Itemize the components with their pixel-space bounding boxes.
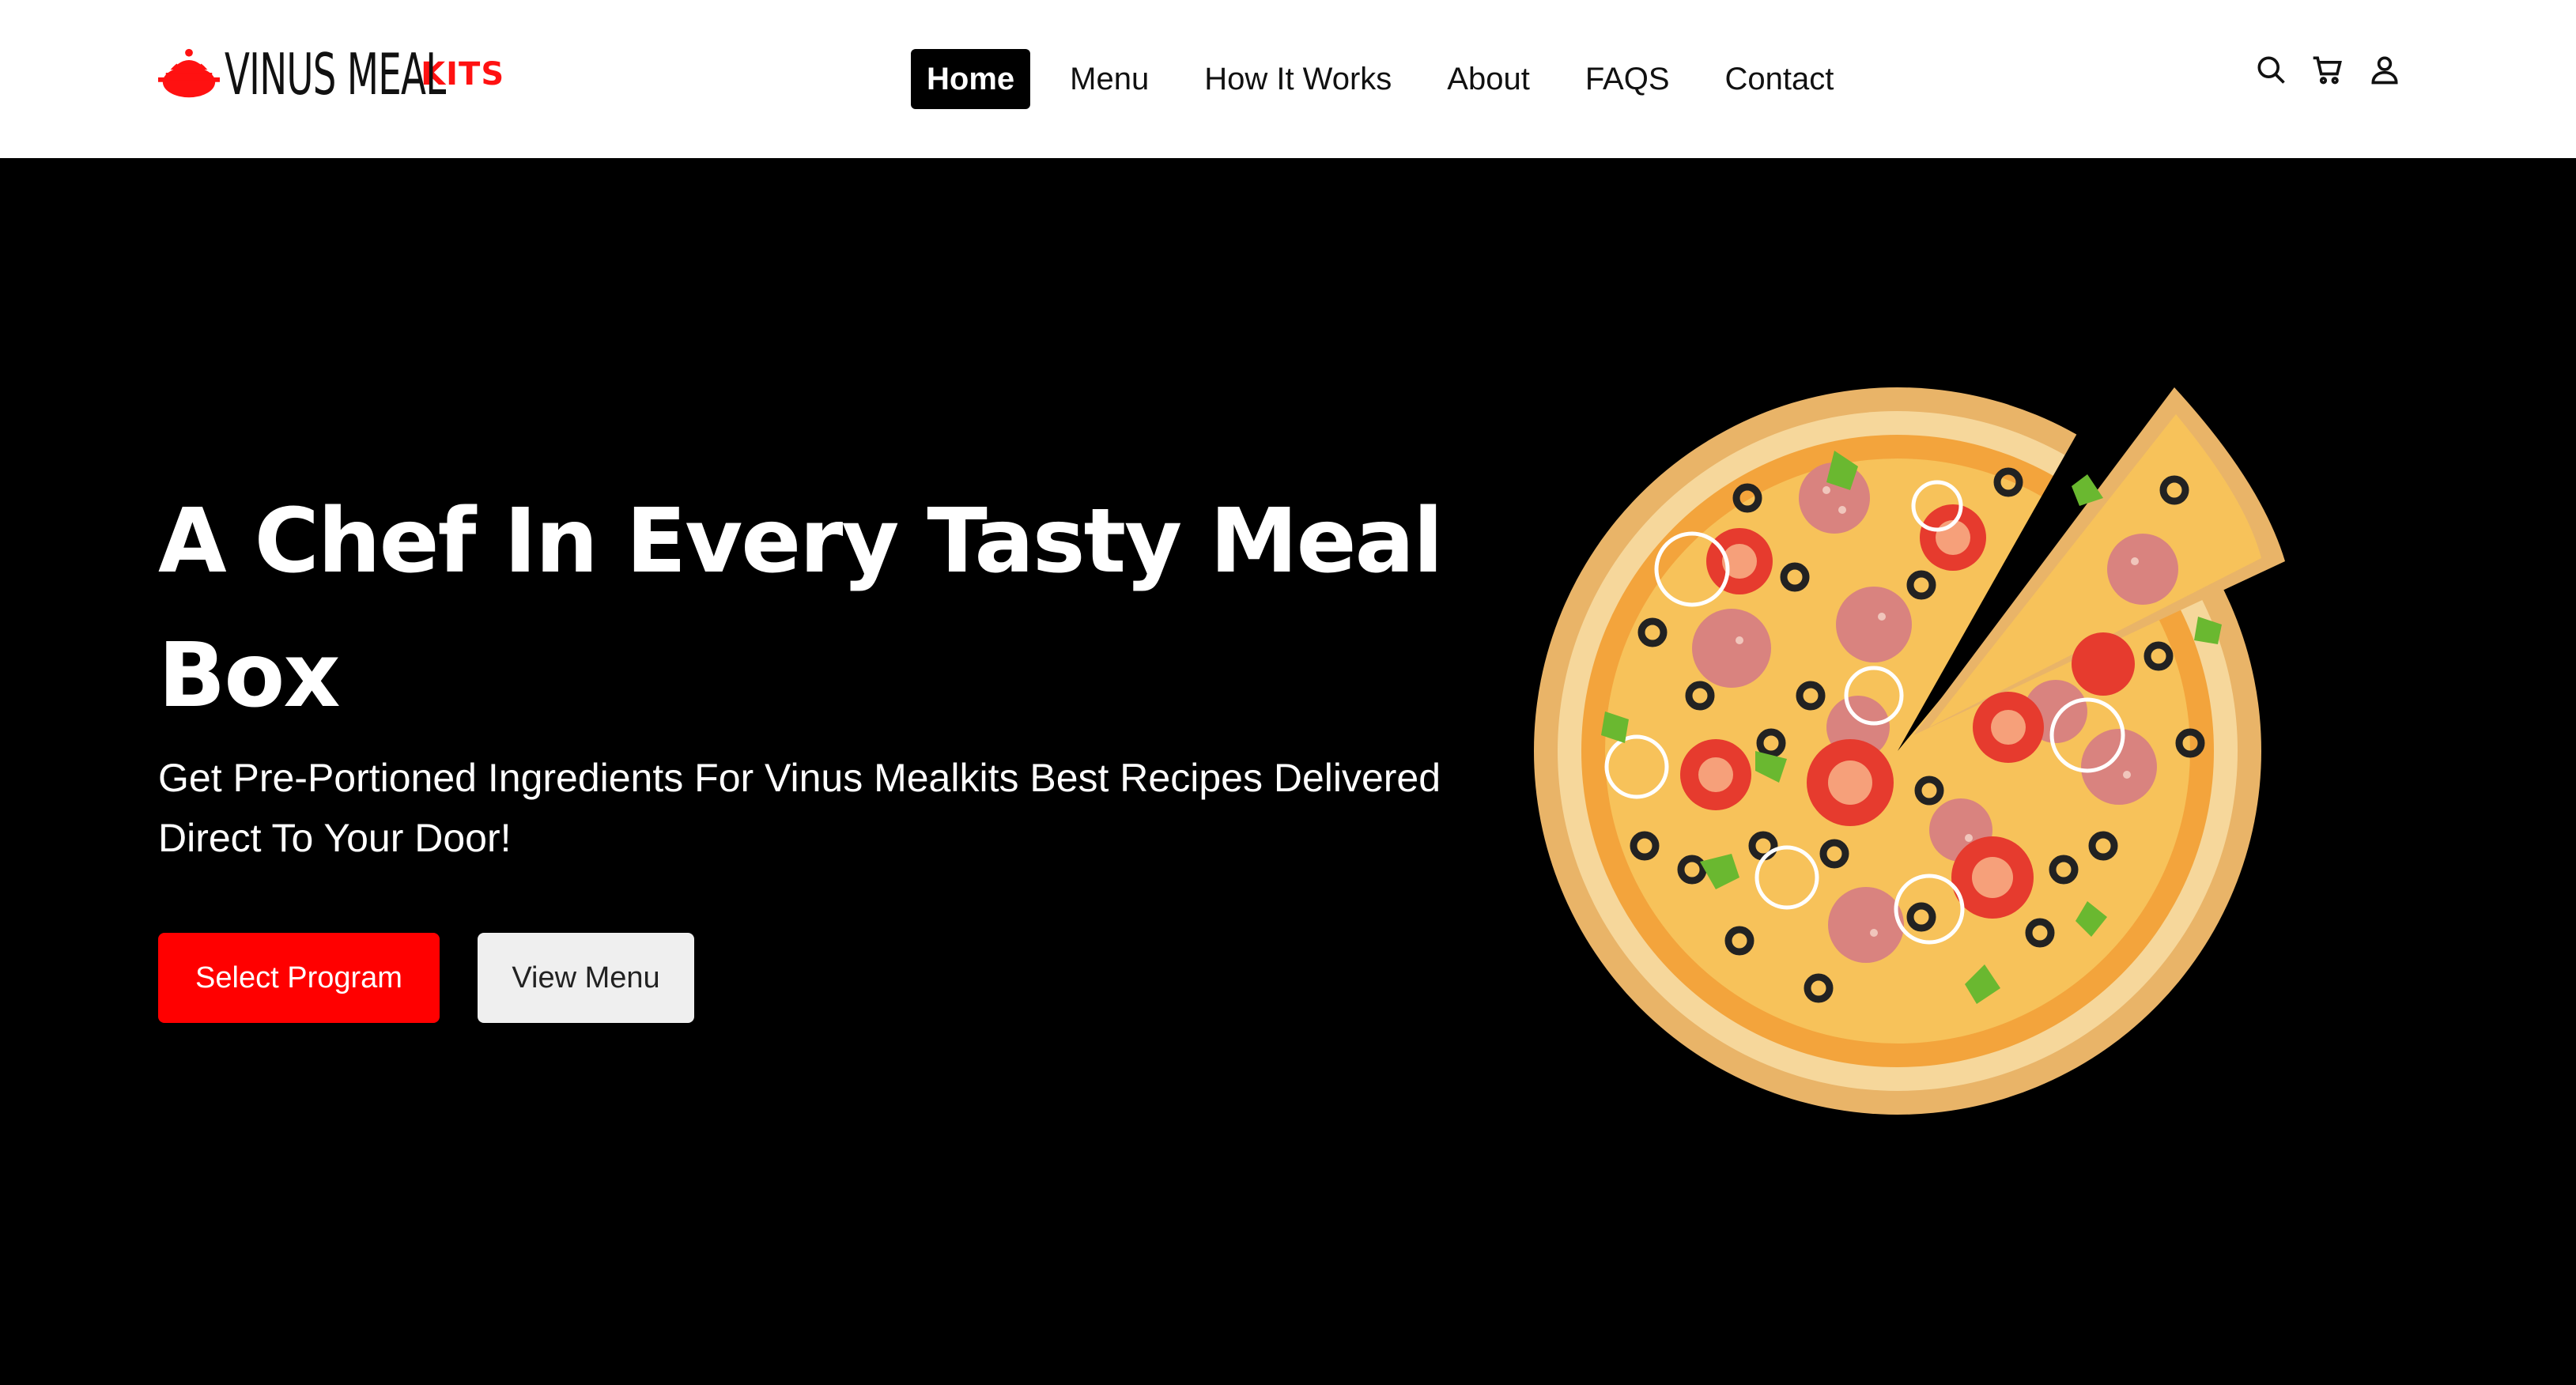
user-icon[interactable] xyxy=(2367,52,2402,87)
hero-section: A Chef In Every Tasty Meal Box Get Pre-P… xyxy=(0,158,2576,1385)
header-actions xyxy=(2253,52,2402,87)
main-nav: Home Menu How It Works About FAQS Contac… xyxy=(911,49,1873,109)
nav-about[interactable]: About xyxy=(1431,49,1546,109)
cart-icon[interactable] xyxy=(2310,52,2345,87)
nav-contact[interactable]: Contact xyxy=(1709,49,1850,109)
hero-title: A Chef In Every Tasty Meal Box xyxy=(158,490,1444,727)
nav-menu[interactable]: Menu xyxy=(1054,49,1165,109)
nav-faqs[interactable]: FAQS xyxy=(1569,49,1686,109)
search-icon[interactable] xyxy=(2253,52,2288,87)
brand-logo[interactable]: VINUS MEAL KITS xyxy=(158,35,569,114)
cooking-pot-logo-icon xyxy=(158,48,220,98)
site-header: VINUS MEAL KITS Home Menu How It Works A… xyxy=(0,0,2576,158)
pizza-illustration xyxy=(1534,387,2285,1115)
nav-home[interactable]: Home xyxy=(911,49,1031,109)
brand-name: VINUS MEAL xyxy=(225,41,446,108)
nav-how-it-works[interactable]: How It Works xyxy=(1188,49,1407,109)
select-program-button[interactable]: Select Program xyxy=(158,933,440,1023)
hero-subtitle: Get Pre-Portioned Ingredients For Vinus … xyxy=(158,756,1441,860)
view-menu-button[interactable]: View Menu xyxy=(478,933,694,1023)
